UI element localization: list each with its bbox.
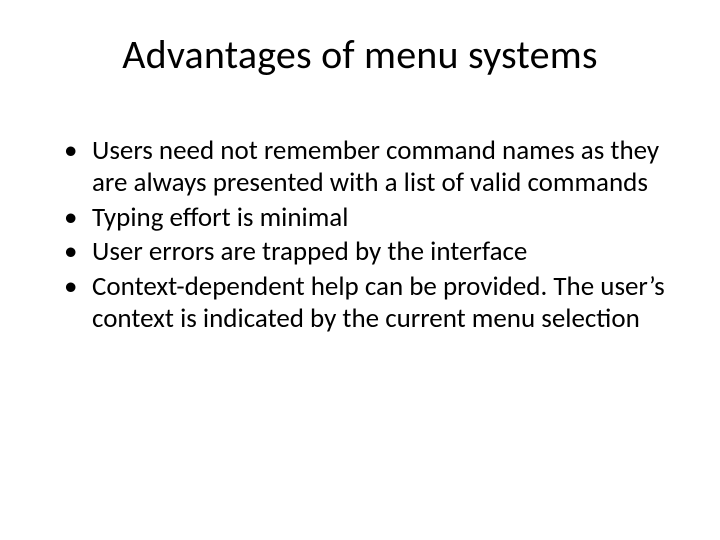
slide-title: Advantages of menu systems	[48, 30, 672, 79]
bullet-list: Users need not remember command names as…	[48, 135, 672, 335]
list-item: Context-dependent help can be provided. …	[60, 271, 672, 336]
list-item: Users need not remember command names as…	[60, 135, 672, 200]
list-item: User errors are trapped by the interface	[60, 236, 672, 268]
list-item: Typing effort is minimal	[60, 202, 672, 234]
